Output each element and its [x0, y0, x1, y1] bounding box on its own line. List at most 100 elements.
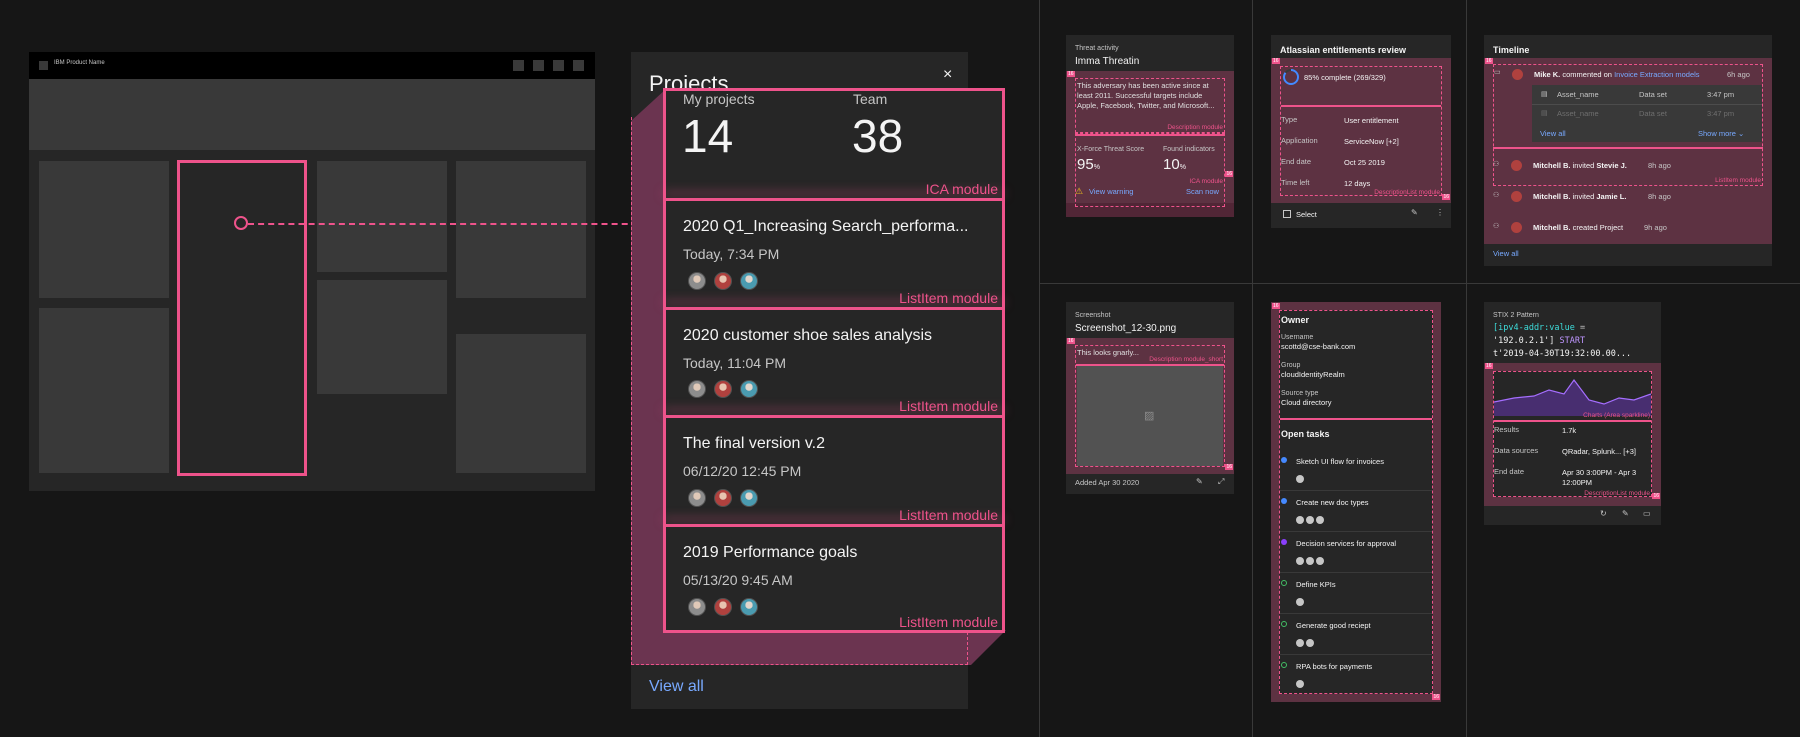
image-placeholder[interactable]: ▨	[1077, 366, 1223, 466]
spacing-badge: 16	[1225, 464, 1233, 470]
threat-activity-card[interactable]: Threat activity Imma Threatin 16 This ad…	[1066, 35, 1234, 217]
row-value: Oct 25 2019	[1344, 158, 1385, 167]
owner-title: Owner	[1281, 315, 1310, 325]
code-line: t'2019-04-30T19:32:00.00...	[1493, 349, 1632, 359]
timeline-time: 9h ago	[1644, 223, 1667, 232]
module-label: DescriptionList module	[1584, 490, 1650, 497]
field-value: Cloud directory	[1281, 398, 1332, 407]
warning-icon: ⚠	[1075, 186, 1084, 196]
close-icon[interactable]: ×	[943, 66, 952, 84]
card-description: This adversary has been active since at …	[1077, 81, 1215, 110]
wireframe-header: IBM Product Name	[29, 52, 595, 79]
row-value: User entitlement	[1344, 116, 1399, 125]
open-tasks-title: Open tasks	[1281, 429, 1330, 439]
found-label: Found indicators	[1163, 146, 1215, 153]
grid-divider	[1252, 0, 1253, 737]
modules-frame	[663, 88, 1005, 633]
divider	[1280, 572, 1432, 573]
connector-line	[248, 223, 658, 225]
show-more-button[interactable]: Show more ⌄	[1698, 129, 1744, 138]
folder-icon[interactable]: ▭	[1643, 509, 1651, 518]
screenshot-card[interactable]: Screenshot Screenshot_12-30.png 16 This …	[1066, 302, 1234, 494]
timeline-time: 6h ago	[1727, 70, 1750, 79]
divider	[1280, 654, 1432, 655]
status-icon	[1281, 580, 1287, 586]
maximize-icon[interactable]: ⤢	[1218, 477, 1224, 487]
dashed-guide	[631, 664, 968, 665]
spacing-badge: 16	[1485, 58, 1493, 64]
task-label[interactable]: Generate good reciept	[1296, 621, 1371, 630]
stix-pattern-card[interactable]: STIX 2 Pattern [ipv4-addr:value = '192.0…	[1484, 302, 1661, 525]
chart-module: Charts (Area sparkline) Results 1.7k Dat…	[1493, 371, 1652, 497]
extrusion-side	[631, 89, 666, 665]
wireframe-tile	[39, 308, 169, 473]
view-all-link[interactable]: View all	[649, 678, 704, 696]
connector-start-dot	[234, 216, 248, 230]
module-divider	[1494, 420, 1651, 422]
task-avatars	[1296, 552, 1326, 570]
overflow-menu-icon[interactable]: ⋮	[1436, 208, 1444, 217]
field-value: scottd@cse-bank.com	[1281, 342, 1356, 351]
edit-icon[interactable]: ✎	[1622, 509, 1629, 518]
timeline-entry: Mitchell B. invited Stevie J.	[1533, 161, 1627, 170]
row-value: Apr 30 3:00PM - Apr 3 12:00PM	[1562, 468, 1637, 487]
wireframe-tile	[456, 334, 586, 473]
card-description: This looks gnarly...	[1077, 348, 1139, 357]
wireframe-tile	[39, 161, 169, 298]
task-label[interactable]: RPA bots for payments	[1296, 662, 1372, 671]
scan-now-button[interactable]: Scan now	[1186, 187, 1219, 196]
area-sparkline	[1494, 378, 1651, 416]
task-label[interactable]: Decision services for approval	[1296, 539, 1396, 548]
avatar	[1511, 222, 1522, 233]
edit-icon[interactable]: ✎	[1196, 477, 1203, 486]
asset-name[interactable]: Asset_name	[1557, 109, 1599, 119]
row-label: Data sources	[1494, 446, 1539, 455]
spacing-badge: 16	[1067, 338, 1075, 344]
spacing-badge: 16	[1442, 194, 1450, 200]
field-label: Source type	[1281, 390, 1319, 397]
owner-module: Owner Username scottd@cse-bank.com Group…	[1279, 310, 1433, 694]
spacing-badge: 16	[1432, 694, 1440, 700]
edit-icon[interactable]: ✎	[1411, 208, 1418, 217]
image-icon: ▨	[1144, 410, 1155, 422]
view-all-assets-link[interactable]: View all	[1540, 129, 1566, 138]
spacing-badge: 16	[1652, 493, 1660, 499]
module-divider	[1076, 134, 1224, 136]
card-eyebrow: Screenshot	[1075, 312, 1111, 319]
entitlements-card[interactable]: Atlassian entitlements review 16 85% com…	[1271, 35, 1451, 228]
module-divider	[1281, 105, 1441, 107]
module-label: DescriptionList module	[1374, 189, 1440, 196]
grid-divider	[1039, 0, 1040, 737]
owner-card[interactable]: 16 Owner Username scottd@cse-bank.com Gr…	[1271, 302, 1441, 702]
spacing-badge: 16	[1485, 363, 1493, 369]
dashed-guide	[631, 117, 632, 665]
code-line: [ipv4-addr:value =	[1493, 323, 1586, 333]
asset-list: ▤ Asset_name Data set 3:47 pm ▤ Asset_na…	[1532, 85, 1762, 142]
view-warning-link[interactable]: View warning	[1089, 187, 1133, 196]
module-label: ListItem module	[1715, 177, 1761, 184]
module-divider	[1493, 147, 1763, 149]
module-label: Charts (Area sparkline)	[1583, 412, 1650, 419]
row-label: End date	[1281, 157, 1312, 166]
user-add-icon: ⚇	[1493, 161, 1500, 168]
wireframe-header-icon	[573, 60, 584, 71]
spacing-badge: 16	[1067, 71, 1075, 77]
divider	[1280, 531, 1432, 532]
view-all-link[interactable]: View all	[1493, 249, 1519, 258]
checkbox[interactable]	[1283, 210, 1291, 218]
card-eyebrow: Threat activity	[1075, 45, 1119, 52]
task-label[interactable]: Define KPIs	[1296, 580, 1336, 589]
score-label: X-Force Threat Score	[1077, 146, 1145, 153]
timeline-time: 8h ago	[1648, 161, 1671, 170]
refresh-icon[interactable]: ↻	[1600, 509, 1607, 518]
timeline-card[interactable]: Timeline 16 ▭ Mike K. commented on Invoi…	[1484, 35, 1772, 266]
chevron-down-icon: ⌄	[1738, 129, 1745, 138]
spacing-badge: 16	[1272, 303, 1280, 309]
wireframe-header-icon	[513, 60, 524, 71]
asset-name[interactable]: Asset_name	[1557, 90, 1599, 100]
progress-ring-icon	[1283, 69, 1299, 85]
spacing-badge: 16	[1272, 58, 1280, 64]
status-icon	[1281, 662, 1287, 668]
task-label[interactable]: Create new doc types	[1296, 498, 1369, 507]
task-label[interactable]: Sketch UI flow for invoices	[1296, 457, 1384, 466]
